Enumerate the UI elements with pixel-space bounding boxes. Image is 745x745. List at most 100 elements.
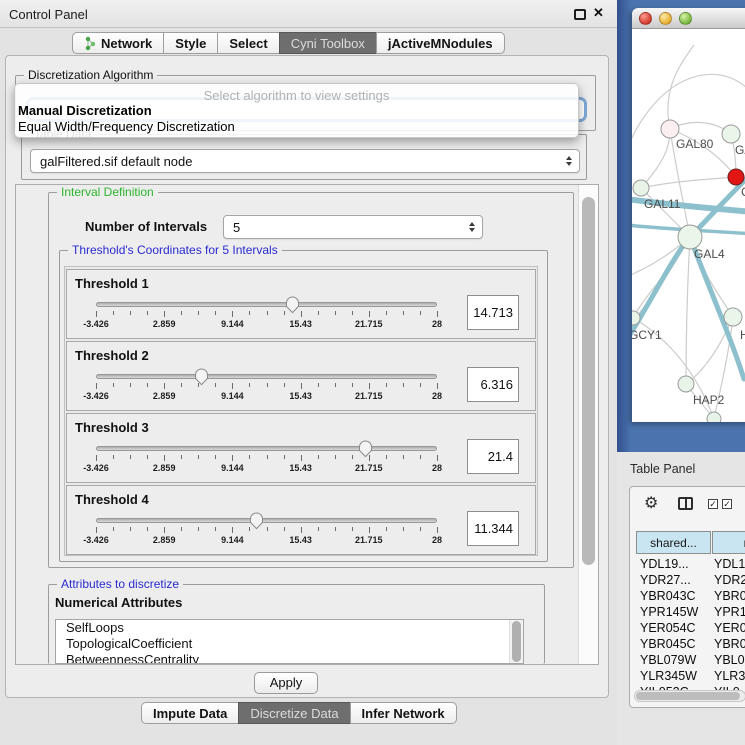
tab-network[interactable]: Network bbox=[72, 32, 164, 54]
numerical-attributes-list[interactable]: SelfLoopsTopologicalCoefficientBetweenne… bbox=[55, 619, 524, 664]
network-node-node-red[interactable] bbox=[728, 169, 744, 185]
number-of-intervals-combobox[interactable]: 5 bbox=[223, 215, 483, 239]
table-row[interactable]: YPR145WYPR1 bbox=[630, 605, 745, 621]
attribute-item-topologicalcoefficient[interactable]: TopologicalCoefficient bbox=[56, 636, 523, 652]
network-canvas[interactable]: GAL80GACGAL11GAL4GCY1HHAP2 bbox=[632, 29, 745, 422]
columns-icon[interactable] bbox=[678, 497, 693, 510]
threshold-3-slider-handle[interactable] bbox=[358, 440, 373, 458]
algorithm-option-equal-width-frequency-discretization[interactable]: Equal Width/Frequency Discretization bbox=[15, 118, 578, 134]
attribute-item-betweennesscentrality[interactable]: BetweennessCentrality bbox=[56, 652, 523, 664]
interval-definition-group: Interval Definition Number of Intervals … bbox=[48, 192, 574, 568]
tick-mark bbox=[369, 455, 370, 461]
threshold-row: Threshold 1 -3.4262.8599.14415.4321.7152… bbox=[66, 269, 536, 339]
tick-mark bbox=[96, 383, 97, 389]
tick-label: -3.426 bbox=[74, 319, 118, 329]
control-panel: Control Panel ✕ NetworkStyleSelectCyni T… bbox=[0, 0, 617, 745]
settings-vertical-scrollbar[interactable] bbox=[578, 185, 598, 664]
network-node-label: GAL80 bbox=[676, 137, 714, 151]
tab-discretize-data[interactable]: Discretize Data bbox=[238, 702, 350, 724]
tick-mark bbox=[215, 527, 216, 531]
table-row[interactable]: YDR27...YDR2 bbox=[630, 573, 745, 589]
column-header-shared-name[interactable]: shared... bbox=[636, 531, 711, 554]
tab-style[interactable]: Style bbox=[163, 32, 218, 54]
tick-mark bbox=[130, 455, 131, 459]
column-header-name[interactable]: n bbox=[712, 531, 745, 554]
table-row[interactable]: YBR045CYBR0 bbox=[630, 637, 745, 653]
network-window-titlebar[interactable] bbox=[632, 8, 745, 29]
tick-mark bbox=[147, 311, 148, 315]
network-node-label: GAL4 bbox=[694, 247, 725, 261]
network-node-node-bottom[interactable] bbox=[707, 412, 721, 422]
float-window-icon[interactable] bbox=[574, 9, 586, 20]
network-node-node-right-h[interactable] bbox=[724, 308, 742, 326]
tab-label: Select bbox=[229, 36, 267, 51]
spinner-icon bbox=[566, 156, 572, 166]
tick-label: 9.144 bbox=[210, 391, 254, 401]
tick-mark bbox=[181, 527, 182, 531]
tick-mark bbox=[386, 527, 387, 531]
tick-mark bbox=[232, 311, 233, 317]
zoom-traffic-light-icon[interactable] bbox=[679, 12, 692, 25]
tick-mark bbox=[147, 455, 148, 459]
tab-jactivemnodules[interactable]: jActiveMNodules bbox=[376, 32, 505, 54]
tick-mark bbox=[267, 455, 268, 459]
tick-mark bbox=[147, 527, 148, 531]
network-node-node-top-right[interactable] bbox=[722, 125, 740, 143]
tick-mark bbox=[369, 311, 370, 317]
tick-mark bbox=[164, 383, 165, 389]
network-view-window: GAL80GACGAL11GAL4GCY1HHAP2 bbox=[632, 8, 745, 422]
table-row[interactable]: YDL19...YDL1 bbox=[630, 557, 745, 573]
tab-cyni-toolbox[interactable]: Cyni Toolbox bbox=[279, 32, 377, 54]
network-node-gal11[interactable] bbox=[633, 180, 649, 196]
table-row[interactable]: YER054CYER0 bbox=[630, 621, 745, 637]
checkbox-icon[interactable]: ✓ bbox=[708, 499, 718, 509]
tab-impute-data[interactable]: Impute Data bbox=[141, 702, 239, 724]
network-node-hap2[interactable] bbox=[678, 376, 694, 392]
threshold-slider-track[interactable] bbox=[96, 446, 437, 451]
threshold-slider-track[interactable] bbox=[96, 374, 437, 379]
table-row[interactable]: YBL079WYBL0 bbox=[630, 653, 745, 669]
network-icon bbox=[84, 36, 96, 51]
tick-mark bbox=[301, 455, 302, 461]
threshold-3-value-field[interactable]: 21.4 bbox=[467, 439, 519, 474]
threshold-2-slider-handle[interactable] bbox=[194, 368, 209, 386]
cell-shared-name: YBL079W bbox=[640, 653, 696, 667]
minimize-traffic-light-icon[interactable] bbox=[659, 12, 672, 25]
cell-name: YDL1 bbox=[714, 557, 745, 571]
table-data-combobox[interactable]: galFiltered.sif default node bbox=[30, 149, 580, 173]
threshold-row: Threshold 3 -3.4262.8599.14415.4321.7152… bbox=[66, 413, 536, 483]
network-node-gal4[interactable] bbox=[678, 225, 702, 249]
tab-select[interactable]: Select bbox=[217, 32, 279, 54]
threshold-slider-track[interactable] bbox=[96, 302, 437, 307]
tick-mark bbox=[215, 311, 216, 315]
cell-shared-name: YER054C bbox=[640, 621, 696, 635]
threshold-1-slider-handle[interactable] bbox=[285, 296, 300, 314]
tick-mark bbox=[420, 455, 421, 459]
table-row[interactable]: YLR345WYLR3 bbox=[630, 669, 745, 685]
scrollbar-thumb[interactable] bbox=[582, 197, 595, 565]
algorithm-popup-prompt: Select algorithm to view settings bbox=[15, 84, 578, 102]
table-row[interactable]: YBR043CYBR0 bbox=[630, 589, 745, 605]
threshold-slider-track[interactable] bbox=[96, 518, 437, 523]
threshold-2-value-field[interactable]: 6.316 bbox=[467, 367, 519, 402]
algorithm-option-manual-discretization[interactable]: Manual Discretization bbox=[15, 102, 578, 118]
threshold-row: Threshold 2 -3.4262.8599.14415.4321.7152… bbox=[66, 341, 536, 411]
gear-icon[interactable]: ⚙ bbox=[644, 493, 658, 513]
threshold-4-value-field[interactable]: 11.344 bbox=[467, 511, 519, 546]
tick-mark bbox=[113, 311, 114, 315]
tick-mark bbox=[284, 527, 285, 531]
attributes-list-scrollbar[interactable] bbox=[509, 620, 523, 663]
network-node-gal80[interactable] bbox=[661, 120, 679, 138]
close-traffic-light-icon[interactable] bbox=[639, 12, 652, 25]
tab-infer-network[interactable]: Infer Network bbox=[350, 702, 457, 724]
tick-label: 28 bbox=[415, 391, 459, 401]
apply-button[interactable]: Apply bbox=[254, 672, 318, 694]
close-icon[interactable]: ✕ bbox=[593, 5, 604, 21]
checkbox-icon[interactable]: ✓ bbox=[722, 499, 732, 509]
thresholds-group-label: Threshold's Coordinates for 5 Intervals bbox=[68, 243, 282, 257]
attribute-item-selfloops[interactable]: SelfLoops bbox=[56, 620, 523, 636]
table-horizontal-scrollbar[interactable] bbox=[634, 690, 745, 702]
tick-label: 21.715 bbox=[347, 319, 391, 329]
threshold-1-value-field[interactable]: 14.713 bbox=[467, 295, 519, 330]
threshold-4-slider-handle[interactable] bbox=[249, 512, 264, 530]
